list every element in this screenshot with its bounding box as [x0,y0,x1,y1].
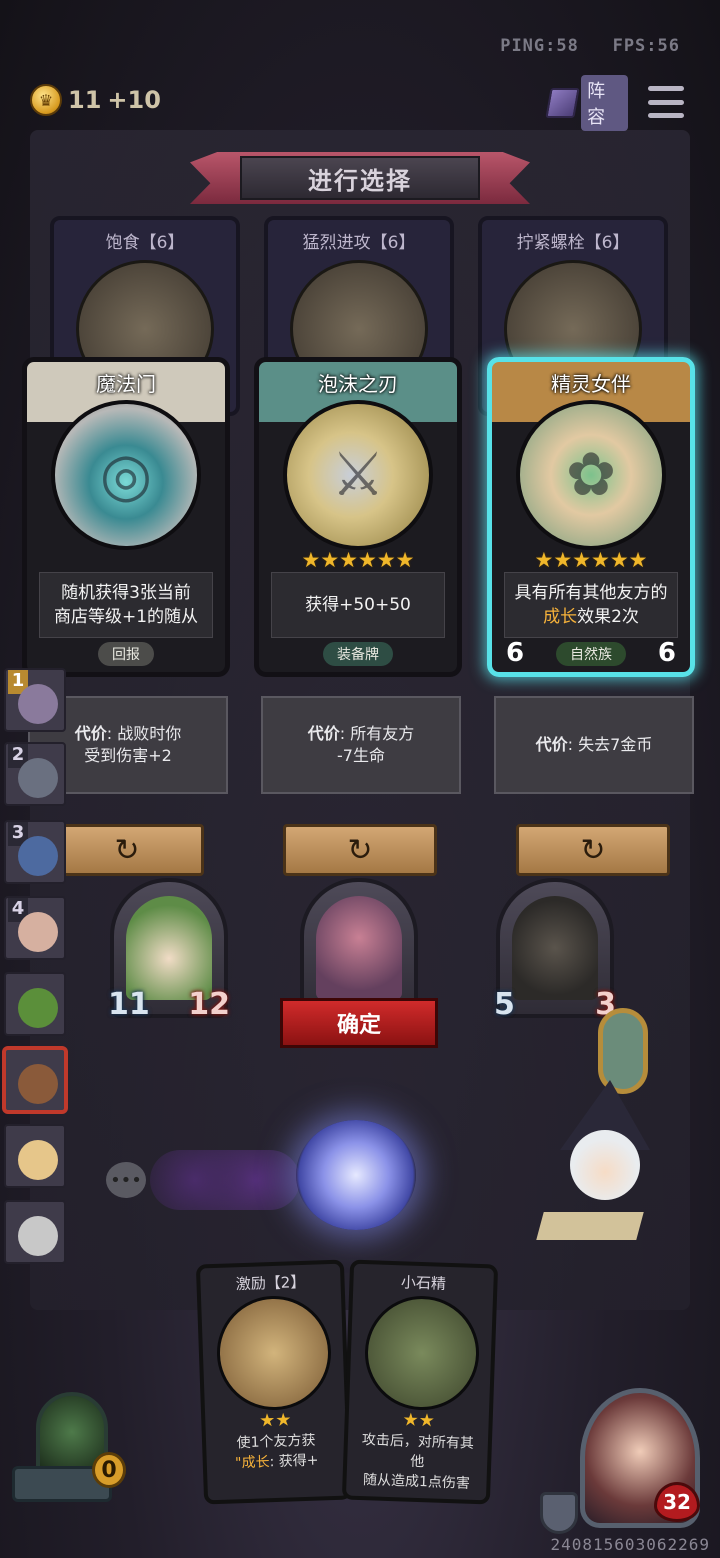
player-slot-7[interactable] [4,1124,66,1188]
card-art: ✿ [516,400,666,550]
hero-health: 32 [654,1482,700,1522]
tier-slot-4[interactable]: 4 [4,896,66,960]
player-slot-8[interactable] [4,1200,66,1264]
back-card-title: 饱食【6】 [105,233,185,253]
confirm-button[interactable]: 确定 [280,998,438,1048]
sword-icon: ⚔ [331,440,385,510]
minion-portrait [512,896,598,1000]
portal-counter[interactable]: 0 [12,1392,132,1502]
shop-minion-2[interactable] [300,878,418,1018]
card-art: ◎ [51,400,201,550]
card-description: 攻击后，对所有其他 随从造成1点伤害 [361,1432,475,1492]
avatar [18,1140,58,1180]
rose-decoration [150,1150,300,1210]
banner-title: 进行选择 [308,166,412,195]
user-id: 240815603062269 [550,1535,710,1554]
avatar [18,836,58,876]
card-title: 精灵女伴 [551,372,631,396]
shop-minion-1[interactable]: 11 12 [108,878,230,1022]
cost-label: 代价 [535,735,568,754]
choice-card-magic-door[interactable]: 魔法门 ◎ 随机获得3张当前 商店等级+1的随从 回报 [22,357,230,677]
portal-count: 0 [92,1452,126,1488]
tier-slot-2[interactable]: 2 [4,742,66,806]
refresh-arrow-icon: ↻ [580,832,606,868]
cost-label: 代价 [74,724,107,743]
refresh-button-3[interactable]: ↻ [516,824,670,876]
ping-readout: PING:58 [500,36,579,56]
choice-banner: 进行选择 [190,152,530,204]
hand-card-2[interactable]: 小石精 ★★ 攻击后，对所有其他 随从造成1点伤害 [341,1259,499,1505]
coin-icon: ♛ [30,84,62,116]
cost-label: 代价 [307,724,340,743]
minion-portrait [316,896,402,1000]
lineup-label: 阵容 [581,75,628,131]
card-description: 获得+50+50 [271,572,445,638]
gold-counter: ♛ 11 +10 [30,84,161,116]
card-title: 泡沫之刃 [318,372,398,396]
shop-minion-3[interactable]: 5 3 [494,878,616,1022]
card-description: 使1个友方获 "成长: 获得+ [234,1432,319,1472]
tier-slot-3[interactable]: 3 [4,820,66,884]
refresh-button-1[interactable]: ↻ [50,824,204,876]
witch-character [536,1080,670,1250]
cost-box-2: 代价: 所有友方 -7生命 [261,696,461,794]
minion-portrait [126,896,212,1000]
avatar [18,758,58,798]
card-type-tag: 回报 [98,642,154,666]
minion-attack: 11 [108,987,150,1022]
minion-attack: 5 [494,987,515,1022]
refresh-arrow-icon: ↻ [114,832,140,868]
choice-card-fairy-companion[interactable]: 精灵女伴 ✿ ★★★★★★ 具有所有其他友方的 成长效果2次 6 自然族 6 [487,357,695,677]
gold-bonus: +10 [107,86,161,114]
tier-slot-1[interactable]: 1 [4,668,66,732]
portal-rune-icon: ◎ [99,440,153,510]
gold-amount: 11 [68,86,102,114]
avatar [18,684,58,724]
health-stat: 6 [657,638,676,668]
network-stats: PING:58 FPS:56 [500,36,680,56]
hand-card-1[interactable]: 激励【2】 ★★ 使1个友方获 "成长: 获得+ [195,1259,353,1505]
back-card-title: 拧紧螺栓【6】 [516,233,630,253]
refresh-arrow-icon: ↻ [347,832,373,868]
card-title: 魔法门 [96,372,156,396]
lineup-button[interactable]: 阵容 [545,75,628,131]
avatar [18,912,58,952]
player-slot-6[interactable] [4,1048,66,1112]
choice-card-foam-blade[interactable]: 泡沫之刃 ⚔ ★★★★★★ 获得+50+50 装备牌 [254,357,462,677]
star-rating: ★★★★★★ [301,548,415,572]
card-title: 小石精 [400,1273,447,1293]
fairy-icon: ✿ [565,440,617,510]
attack-stat: 6 [506,638,525,668]
confirm-label: 确定 [336,1013,381,1038]
card-art [215,1294,333,1412]
player-slot-5[interactable] [4,972,66,1036]
cost-box-3: 代价: 失去7金币 [494,696,694,794]
star-rating: ★★★★★★ [534,548,648,572]
back-card-title: 猛烈进攻【6】 [302,233,416,253]
card-description: 随机获得3张当前 商店等级+1的随从 [39,572,213,638]
shield-icon[interactable] [540,1492,578,1534]
fps-readout: FPS:56 [612,36,680,56]
book-icon [545,88,580,118]
card-type-tag: 装备牌 [323,642,393,666]
avatar [18,1064,58,1104]
avatar [18,1216,58,1256]
minion-health: 12 [188,987,230,1022]
card-tribe-tag: 自然族 [556,642,626,666]
crystal-flower[interactable] [296,1120,416,1230]
avatar [18,988,58,1028]
chat-bubble-icon[interactable]: ••• [106,1162,146,1198]
card-art: ⚔ [283,400,433,550]
card-description: 具有所有其他友方的 成长效果2次 [504,572,678,638]
card-art [363,1294,481,1413]
hamburger-menu-icon[interactable] [648,86,684,118]
hero-portrait[interactable]: 32 [580,1388,700,1528]
card-title: 激励【2】 [235,1272,306,1294]
refresh-button-2[interactable]: ↻ [283,824,437,876]
growth-keyword: 成长 [543,607,578,627]
